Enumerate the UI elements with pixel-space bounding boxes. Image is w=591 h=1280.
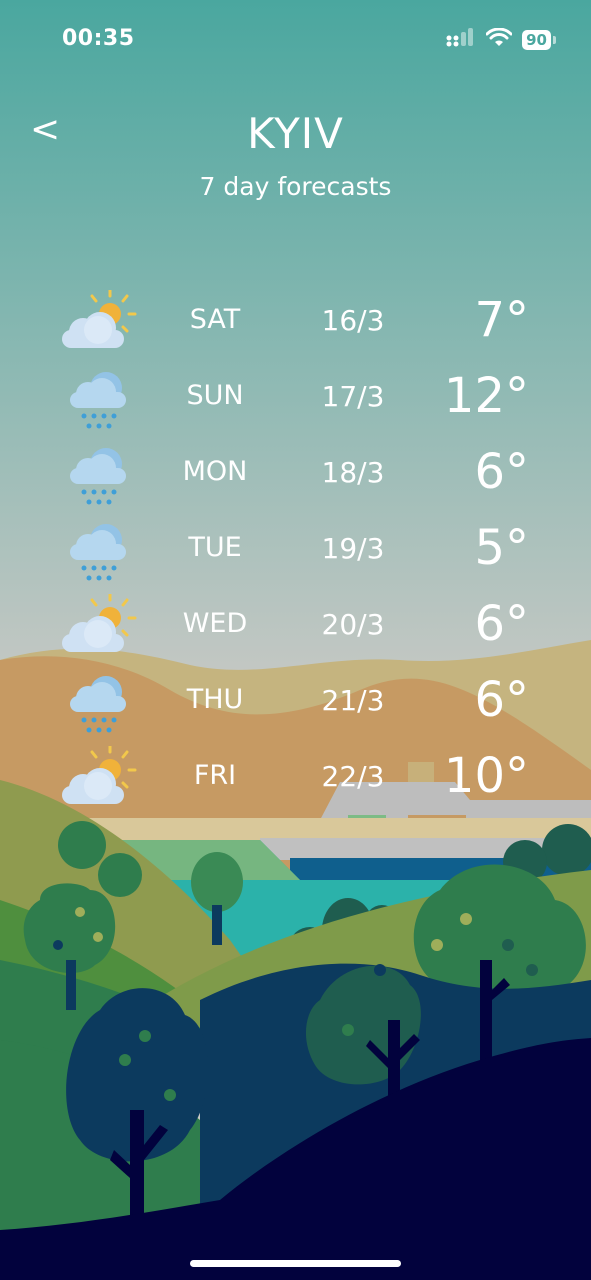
forecast-day: TUE bbox=[188, 532, 242, 563]
signal-icon bbox=[446, 28, 476, 52]
forecast-row[interactable]: SUN 17/3 12° bbox=[0, 366, 591, 442]
forecast-day: FRI bbox=[193, 760, 237, 791]
forecast-date: 16/3 bbox=[321, 304, 385, 337]
forecast-date: 21/3 bbox=[321, 684, 385, 717]
forecast-subtitle: 7 day forecasts bbox=[199, 172, 392, 201]
forecast-temp: 6° bbox=[474, 444, 529, 500]
status-time: 00:35 bbox=[62, 26, 135, 51]
wifi-icon bbox=[485, 27, 513, 52]
forecast-date: 17/3 bbox=[321, 380, 385, 413]
forecast-row[interactable]: WED 20/3 6° bbox=[0, 592, 591, 670]
battery-icon: 90 bbox=[522, 30, 556, 50]
forecast-day: SUN bbox=[186, 380, 244, 411]
forecast-date: 20/3 bbox=[321, 608, 385, 641]
forecast-temp: 12° bbox=[443, 368, 529, 424]
forecast-temp: 7° bbox=[474, 292, 529, 348]
forecast-day: SAT bbox=[189, 304, 241, 335]
rain-icon bbox=[58, 670, 138, 736]
rain-icon bbox=[58, 442, 138, 508]
forecast-temp: 10° bbox=[443, 748, 529, 804]
status-bar: 00:35 90 bbox=[0, 26, 591, 56]
status-icons: 90 bbox=[446, 27, 556, 52]
forecast-day: THU bbox=[186, 684, 244, 715]
home-indicator[interactable] bbox=[190, 1260, 401, 1267]
forecast-date: 19/3 bbox=[321, 532, 385, 565]
header: KYIV 7 day forecasts bbox=[0, 108, 591, 201]
partly-cloudy-icon bbox=[58, 288, 138, 356]
partly-cloudy-icon bbox=[58, 592, 138, 660]
forecast-row[interactable]: MON 18/3 6° bbox=[0, 442, 591, 518]
partly-cloudy-icon bbox=[58, 744, 138, 812]
rain-icon bbox=[58, 366, 138, 432]
forecast-row[interactable]: SAT 16/3 7° bbox=[0, 288, 591, 366]
forecast-row[interactable]: FRI 22/3 10° bbox=[0, 744, 591, 822]
rain-icon bbox=[58, 518, 138, 584]
forecast-temp: 5° bbox=[474, 520, 529, 576]
forecast-day: MON bbox=[182, 456, 248, 487]
city-title: KYIV bbox=[247, 109, 344, 158]
forecast-temp: 6° bbox=[474, 596, 529, 652]
forecast-day: WED bbox=[182, 608, 248, 639]
forecast-date: 22/3 bbox=[321, 760, 385, 793]
forecast-row[interactable]: THU 21/3 6° bbox=[0, 670, 591, 746]
forecast-row[interactable]: TUE 19/3 5° bbox=[0, 518, 591, 594]
forecast-temp: 6° bbox=[474, 672, 529, 728]
forecast-date: 18/3 bbox=[321, 456, 385, 489]
forecast-list: SAT 16/3 7° SUN 17/3 12° MON 18/3 6° TUE… bbox=[0, 288, 591, 822]
